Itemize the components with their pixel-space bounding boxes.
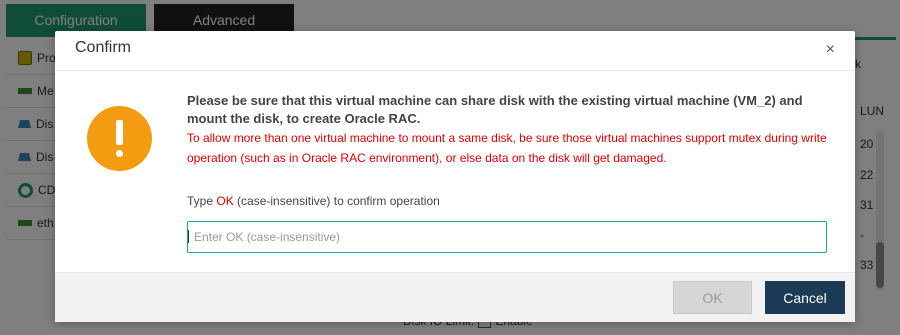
dialog-header: Confirm × [55,31,855,71]
dialog-title: Confirm [75,39,132,56]
cancel-button[interactable]: Cancel [765,281,845,314]
text-caret [188,230,189,243]
confirm-dialog: Confirm × Please be sure that this virtu… [55,31,855,322]
warning-message: To allow more than one virtual machine t… [187,131,827,165]
warning-icon [87,106,152,171]
confirm-prompt: Type OK (case-insensitive) to confirm op… [187,194,440,208]
main-message: Please be sure that this virtual machine… [187,93,803,126]
confirm-input[interactable] [187,221,827,253]
dialog-footer: OK Cancel [55,272,855,322]
close-icon[interactable]: × [826,41,835,59]
ok-button[interactable]: OK [673,281,752,314]
ok-keyword: OK [216,194,234,208]
